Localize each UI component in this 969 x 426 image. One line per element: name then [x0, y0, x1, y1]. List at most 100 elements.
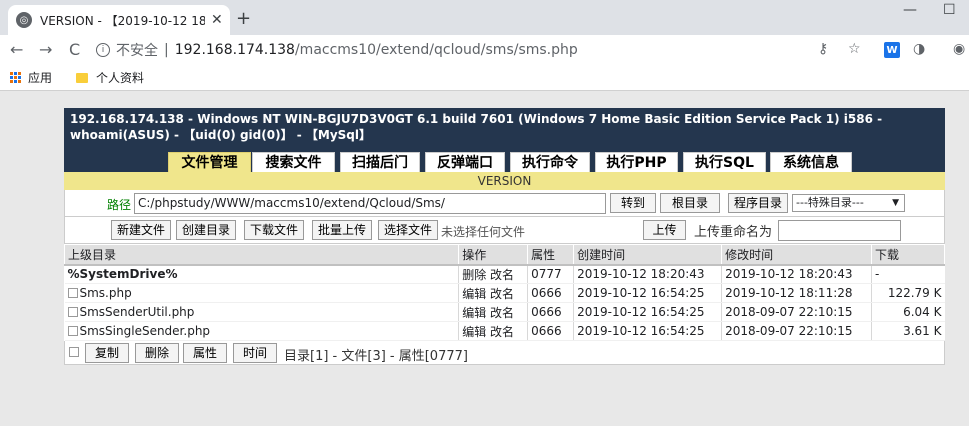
col-download: 下载: [871, 244, 945, 266]
upload-button[interactable]: 上传: [643, 220, 686, 240]
col-created: 创建时间: [573, 244, 723, 266]
goto-button[interactable]: 转到: [610, 193, 656, 213]
row-created: 2019-10-12 16:54:25: [573, 283, 722, 303]
tab-reverse-port[interactable]: 反弹端口: [425, 152, 505, 172]
tab-system-info[interactable]: 系统信息: [770, 152, 852, 172]
close-icon[interactable]: ✕: [211, 12, 223, 28]
attr-button[interactable]: 属性: [183, 343, 227, 363]
row-modified[interactable]: 2019-10-12 18:11:28: [721, 283, 872, 303]
row-modified[interactable]: 2018-09-07 22:10:15: [721, 321, 872, 341]
row-ops: 编辑 改名: [458, 283, 528, 303]
row-attr[interactable]: 0666: [527, 283, 574, 303]
root-dir-button[interactable]: 根目录: [660, 193, 720, 213]
copy-button[interactable]: 复制: [85, 343, 129, 363]
dir-summary: 目录[1] - 文件[3] - 属性[0777]: [284, 349, 468, 364]
path-input[interactable]: C:/phpstudy/WWW/maccms10/extend/Qcloud/S…: [134, 193, 606, 214]
tab-search-files[interactable]: 搜索文件: [252, 152, 335, 172]
new-file-button[interactable]: 新建文件: [111, 220, 171, 240]
tab-title: VERSION - 【2019-10-12 18:2: [40, 13, 205, 28]
tab-exec-command[interactable]: 执行命令: [510, 152, 590, 172]
key-icon[interactable]: ⚷: [818, 41, 828, 57]
table-header-row: 上级目录 操作 属性 创建时间 修改时间 下载: [63, 244, 945, 266]
row-attr[interactable]: 0666: [527, 302, 574, 322]
browser-tab[interactable]: ◎ VERSION - 【2019-10-12 18:2 ✕: [8, 5, 230, 35]
row-modified[interactable]: 2018-09-07 22:10:15: [721, 302, 872, 322]
tab-exec-sql[interactable]: 执行SQL: [683, 152, 766, 172]
back-icon[interactable]: ←: [10, 40, 23, 59]
row-attr[interactable]: 0666: [527, 321, 574, 341]
file-cell: Sms.php: [64, 283, 459, 303]
extension-icon[interactable]: ◑: [913, 41, 925, 57]
download-file-button[interactable]: 下载文件: [244, 220, 304, 240]
tab-scan-backdoor[interactable]: 扫描后门: [340, 152, 420, 172]
file-cell: SmsSenderUtil.php: [64, 302, 459, 322]
row-modified[interactable]: 2019-10-12 18:20:43: [721, 264, 872, 284]
divider: |: [164, 42, 169, 58]
rename-link[interactable]: 改名: [490, 325, 514, 339]
browser-toolbar: ← → C i 不安全 | 192.168.174.138/maccms10/e…: [0, 35, 969, 65]
row-size[interactable]: 3.61 K: [871, 321, 945, 341]
choose-file-button[interactable]: 选择文件: [378, 220, 438, 240]
globe-icon: ◎: [16, 12, 32, 28]
dir-link[interactable]: %SystemDrive%: [64, 264, 459, 284]
chevron-down-icon: ▼: [892, 198, 899, 208]
minimize-icon[interactable]: —: [903, 2, 917, 18]
edit-link[interactable]: 编辑: [462, 325, 486, 339]
row-size[interactable]: 122.79 K: [871, 283, 945, 303]
bookmark-folder[interactable]: 个人资料: [96, 69, 144, 86]
row-created: 2019-10-12 16:54:25: [573, 302, 722, 322]
path-label: 路径: [107, 198, 132, 212]
col-parent-dir[interactable]: 上级目录: [63, 244, 460, 266]
maximize-icon[interactable]: ☐: [943, 2, 956, 18]
col-modified: 修改时间: [721, 244, 872, 266]
row-ops: 删除 改名: [458, 264, 528, 284]
upload-rename-input[interactable]: [778, 220, 901, 241]
row-checkbox[interactable]: [67, 307, 78, 317]
address-bar[interactable]: i 不安全 | 192.168.174.138/maccms10/extend/…: [96, 37, 871, 63]
bookmark-apps[interactable]: 应用: [28, 69, 52, 86]
time-button[interactable]: 时间: [233, 343, 277, 363]
rename-link[interactable]: 改名: [490, 268, 514, 282]
extension-w-icon[interactable]: W: [884, 42, 900, 58]
edit-link[interactable]: 编辑: [462, 287, 486, 301]
table-row: Sms.php 编辑 改名 0666 2019-10-12 16:54:25 2…: [64, 283, 945, 303]
special-dir-select[interactable]: ---特殊目录--- ▼: [792, 194, 905, 212]
version-bar: VERSION: [64, 172, 945, 190]
profile-icon[interactable]: ◉: [953, 41, 965, 57]
rename-link[interactable]: 改名: [490, 287, 514, 301]
action-row: 新建文件 创建目录 下载文件 批量上传 选择文件 未选择任何文件 上传 上传重命…: [64, 217, 945, 244]
new-tab-button[interactable]: +: [236, 8, 251, 29]
col-attribute: 属性: [527, 244, 575, 266]
webshell-panel: 192.168.174.138 - Windows NT WIN-BGJU7D3…: [63, 108, 945, 365]
row-size[interactable]: 6.04 K: [871, 302, 945, 322]
footer-actions: 复制 删除 属性 时间 目录[1] - 文件[3] - 属性[0777]: [64, 341, 945, 365]
edit-link[interactable]: 编辑: [462, 306, 486, 320]
no-file-label: 未选择任何文件: [441, 225, 526, 239]
star-icon[interactable]: ☆: [848, 41, 861, 57]
row-size: -: [871, 264, 945, 284]
table-row: SmsSenderUtil.php 编辑 改名 0666 2019-10-12 …: [64, 302, 945, 322]
program-dir-button[interactable]: 程序目录: [728, 193, 788, 213]
forward-icon[interactable]: →: [39, 40, 52, 59]
row-attr[interactable]: 0777: [527, 264, 574, 284]
row-checkbox[interactable]: [67, 326, 78, 336]
info-icon[interactable]: i: [96, 43, 110, 57]
file-link[interactable]: SmsSenderUtil.php: [80, 305, 195, 319]
create-dir-button[interactable]: 创建目录: [176, 220, 236, 240]
tab-file-manager[interactable]: 文件管理: [168, 152, 251, 172]
row-ops: 编辑 改名: [458, 302, 528, 322]
tab-exec-php[interactable]: 执行PHP: [595, 152, 678, 172]
apps-icon[interactable]: [10, 71, 22, 84]
reload-icon[interactable]: C: [69, 40, 80, 59]
folder-icon: [76, 72, 89, 83]
main-nav: 文件管理 搜索文件 扫描后门 反弹端口 执行命令 执行PHP 执行SQL 系统信…: [64, 148, 945, 172]
delete-button[interactable]: 删除: [135, 343, 179, 363]
file-link[interactable]: Sms.php: [80, 286, 132, 300]
file-link[interactable]: SmsSingleSender.php: [80, 324, 211, 338]
delete-link[interactable]: 删除: [462, 268, 486, 282]
security-label: 不安全: [116, 43, 158, 59]
row-checkbox[interactable]: [67, 288, 78, 298]
rename-link[interactable]: 改名: [490, 306, 514, 320]
select-all-checkbox[interactable]: [69, 347, 79, 357]
batch-upload-button[interactable]: 批量上传: [312, 220, 372, 240]
